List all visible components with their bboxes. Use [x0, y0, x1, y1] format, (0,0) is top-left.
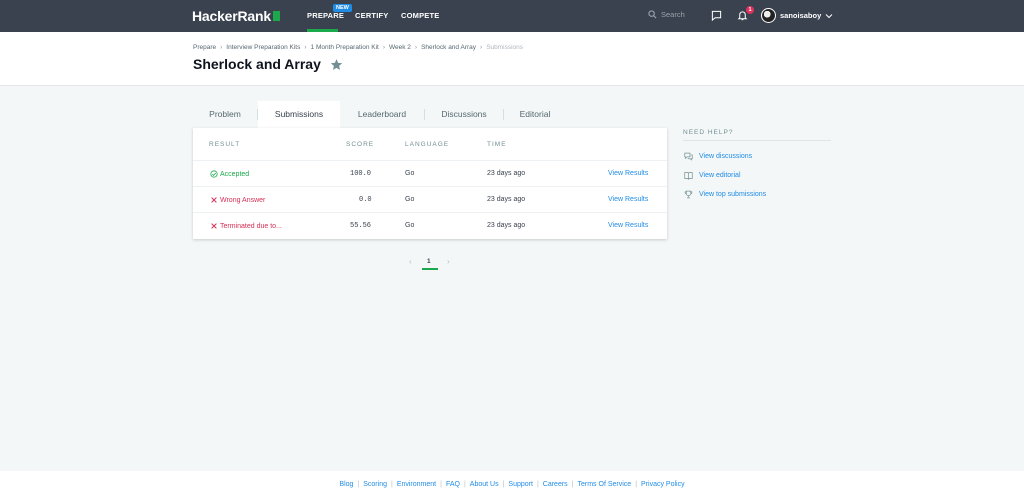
view-results-link[interactable]: View Results — [608, 222, 648, 229]
breadcrumb-current: Submissions — [486, 44, 524, 51]
notification-badge: 1 — [746, 6, 754, 14]
breadcrumb: Prepare › Interview Preparation Kits › 1 M… — [193, 44, 523, 51]
breadcrumb-prepare[interactable]: Prepare — [193, 44, 216, 51]
result-cell: Terminated due to... — [210, 222, 282, 230]
time-cell: 23 days ago — [487, 196, 526, 203]
help-link-label: View top submissions — [699, 191, 767, 198]
footer-separator: | — [502, 481, 505, 488]
view-top-submissions-link[interactable]: View top submissions — [684, 190, 766, 199]
messages-icon[interactable] — [711, 10, 722, 21]
result-text: Wrong Answer — [220, 196, 266, 204]
pagination-next[interactable]: › — [447, 257, 450, 266]
search-icon — [648, 10, 657, 19]
result-text: Terminated due to... — [220, 222, 282, 230]
view-discussions-link[interactable]: View discussions — [684, 152, 752, 161]
footer-separator: | — [635, 481, 638, 488]
table-row: Terminated due to... 55.56 Go 23 days ag… — [193, 212, 667, 238]
tab-submissions[interactable]: Submissions — [258, 101, 340, 128]
table-row: Accepted 100.0 Go 23 days ago View Resul… — [193, 160, 667, 186]
chevron-down-icon[interactable] — [825, 12, 833, 20]
footer-link-about[interactable]: About Us — [470, 481, 499, 488]
discussion-icon — [684, 152, 693, 161]
score-cell: 0.0 — [359, 196, 372, 204]
footer-separator: | — [536, 481, 539, 488]
language-cell: Go — [405, 170, 415, 177]
tab-problem[interactable]: Problem — [193, 101, 257, 128]
page-title: Sherlock and Array — [193, 56, 321, 72]
view-results-link[interactable]: View Results — [608, 170, 648, 177]
footer-separator: | — [463, 481, 466, 488]
new-badge: NEW — [333, 4, 352, 12]
chevron-right-icon: › — [414, 44, 418, 51]
footer-separator: | — [390, 481, 393, 488]
time-cell: 23 days ago — [487, 170, 526, 177]
language-cell: Go — [405, 222, 415, 229]
footer-link-environment[interactable]: Environment — [397, 481, 436, 488]
nav-prepare[interactable]: PREPARE — [307, 11, 344, 20]
score-cell: 55.56 — [350, 222, 372, 230]
tab-leaderboard[interactable]: Leaderboard — [340, 101, 424, 128]
search-input[interactable]: Search — [648, 10, 685, 19]
tab-editorial[interactable]: Editorial — [504, 101, 566, 128]
close-icon — [211, 197, 217, 203]
footer-separator: | — [440, 481, 442, 488]
trophy-icon — [684, 190, 693, 199]
footer-link-blog[interactable]: Blog — [339, 481, 353, 488]
book-icon — [684, 172, 693, 180]
logo-text: HackerRank — [192, 8, 271, 24]
help-link-label: View editorial — [699, 172, 741, 179]
submissions-table: RESULT SCORE LANGUAGE TIME Accepted 100.… — [193, 128, 667, 239]
check-circle-icon — [210, 170, 218, 178]
view-editorial-link[interactable]: View editorial — [684, 171, 741, 180]
search-placeholder: Search — [661, 10, 685, 19]
pagination-prev[interactable]: ‹ — [409, 257, 412, 266]
help-link-label: View discussions — [699, 153, 753, 160]
chevron-right-icon: › — [220, 44, 223, 51]
star-icon[interactable] — [330, 58, 343, 71]
footer-link-support[interactable]: Support — [508, 481, 533, 488]
column-header-score: SCORE — [346, 141, 375, 148]
pagination-page[interactable]: 1 — [427, 258, 431, 265]
pagination-active-indicator — [422, 268, 438, 270]
footer: Blog | Scoring | Environment | FAQ | About U… — [0, 471, 1024, 498]
time-cell: 23 days ago — [487, 222, 526, 229]
username[interactable]: sanoisaboy — [780, 11, 821, 20]
result-cell: Wrong Answer — [210, 196, 265, 204]
avatar[interactable] — [761, 8, 776, 23]
breadcrumb-week[interactable]: Week 2 — [389, 44, 411, 51]
footer-link-faq[interactable]: FAQ — [446, 481, 460, 488]
view-results-link[interactable]: View Results — [608, 196, 648, 203]
footer-separator: | — [357, 481, 360, 488]
help-title: NEED HELP? — [683, 129, 734, 136]
close-icon — [211, 223, 217, 229]
table-row: Wrong Answer 0.0 Go 23 days ago View Res… — [193, 186, 667, 212]
footer-link-careers[interactable]: Careers — [543, 481, 568, 488]
chevron-right-icon: › — [382, 44, 385, 51]
footer-link-scoring[interactable]: Scoring — [363, 481, 387, 488]
chevron-right-icon: › — [304, 44, 307, 51]
nav-certify[interactable]: CERTIFY — [355, 11, 388, 20]
top-nav: HackerRank PREPARE NEW CERTIFY COMPETE S… — [0, 0, 1024, 32]
chevron-right-icon: › — [480, 44, 483, 51]
score-cell: 100.0 — [350, 170, 372, 178]
footer-link-terms[interactable]: Terms Of Service — [578, 481, 632, 488]
page-header — [0, 32, 1024, 86]
hackerrank-logo[interactable]: HackerRank — [192, 8, 280, 24]
logo-mark-icon — [272, 11, 280, 21]
breadcrumb-challenge[interactable]: Sherlock and Array — [421, 44, 476, 51]
breadcrumb-month-kit[interactable]: 1 Month Preparation Kit — [311, 44, 379, 51]
result-text: Accepted — [220, 170, 250, 178]
help-divider — [683, 140, 831, 141]
result-cell: Accepted — [210, 170, 249, 178]
column-header-language: LANGUAGE — [405, 141, 450, 148]
footer-link-privacy[interactable]: Privacy Policy — [641, 481, 685, 488]
column-header-time: TIME — [487, 141, 507, 148]
language-cell: Go — [405, 196, 415, 203]
nav-compete[interactable]: COMPETE — [401, 11, 440, 20]
column-header-result: RESULT — [209, 141, 241, 148]
breadcrumb-kits[interactable]: Interview Preparation Kits — [226, 44, 300, 51]
footer-separator: | — [571, 481, 574, 488]
tab-discussions[interactable]: Discussions — [425, 101, 503, 128]
